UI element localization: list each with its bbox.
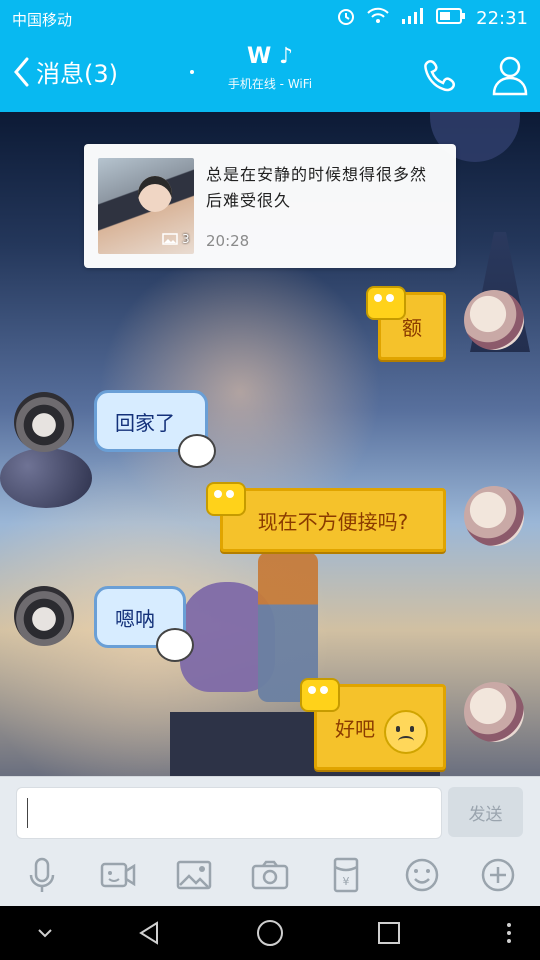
post-text: 总是在安静的时候想得很多然后难受很久 <box>206 165 428 210</box>
chat-header: 消息(3) W ♪ 手机在线 - WiFi <box>0 36 540 112</box>
composer-tools: ¥ <box>0 849 540 903</box>
phone-call-icon[interactable] <box>420 56 460 96</box>
red-packet-button[interactable]: ¥ <box>320 849 372 901</box>
message-text: 好吧 <box>335 716 375 741</box>
chevron-down-icon <box>38 929 52 938</box>
video-button[interactable] <box>92 849 144 901</box>
mic-button[interactable] <box>16 849 68 901</box>
message-text: 现在不方便接吗? <box>257 509 409 534</box>
chat-area[interactable]: 3 总是在安静的时候想得很多然后难受很久 20:28 额 回家了 现在不方便接吗… <box>0 112 540 776</box>
message-input[interactable] <box>16 787 442 839</box>
system-nav-bar <box>0 906 540 960</box>
video-icon <box>100 862 136 888</box>
post-time: 20:28 <box>206 232 250 250</box>
nav-back-button[interactable] <box>130 914 168 952</box>
my-avatar[interactable] <box>464 486 524 546</box>
friend-avatar[interactable] <box>14 586 74 646</box>
triangle-back-icon <box>139 921 158 945</box>
spongebob-sticker <box>366 286 406 320</box>
signal-icon <box>400 6 426 31</box>
thumbnail-person <box>138 176 172 212</box>
send-button[interactable]: 发送 <box>448 787 523 837</box>
my-avatar[interactable] <box>464 682 524 742</box>
post-thumbnail[interactable]: 3 <box>98 158 194 254</box>
status-right: 22:31 <box>336 6 528 31</box>
clock-time: 22:31 <box>476 8 528 29</box>
camera-button[interactable] <box>244 849 296 901</box>
circle-home-icon <box>257 920 283 946</box>
camera-icon <box>251 860 289 890</box>
nav-home-button[interactable] <box>251 914 289 952</box>
plus-button[interactable] <box>472 849 524 901</box>
square-recents-icon <box>378 922 400 944</box>
shared-post-card[interactable]: 3 总是在安静的时候想得很多然后难受很久 20:28 <box>84 144 456 268</box>
composer: 发送 ¥ <box>0 776 540 907</box>
pochacco-sticker <box>178 434 216 468</box>
carrier-name: 中国移动 <box>12 11 73 29</box>
red-packet-icon: ¥ <box>333 857 359 893</box>
wifi-icon <box>366 6 390 31</box>
battery-icon <box>436 7 466 30</box>
text-caret <box>27 798 28 828</box>
friend-avatar[interactable] <box>14 392 74 452</box>
svg-text:¥: ¥ <box>343 875 350 888</box>
grape-avatar-frame <box>0 448 92 508</box>
nav-recents-button[interactable] <box>370 914 408 952</box>
my-avatar[interactable] <box>464 290 524 350</box>
image-icon <box>162 233 178 245</box>
sad-face-emoji <box>384 710 428 754</box>
nav-menu-button[interactable] <box>490 914 528 952</box>
image-icon <box>176 860 212 890</box>
status-bar: 中国移动 22:31 <box>0 0 540 36</box>
nav-collapse-button[interactable] <box>26 914 64 952</box>
emoji-icon <box>405 858 439 892</box>
image-button[interactable] <box>168 849 220 901</box>
message-text: 回家了 <box>115 410 175 435</box>
more-dots-icon <box>507 923 511 943</box>
spongebob-sticker <box>206 482 246 516</box>
plus-icon <box>481 858 515 892</box>
pochacco-sticker <box>156 628 194 662</box>
image-count: 3 <box>182 232 190 246</box>
message-text: 嗯呐 <box>115 606 155 631</box>
message-bubble[interactable]: 现在不方便接吗? <box>220 488 446 552</box>
alarm-icon <box>336 6 356 31</box>
emoji-button[interactable] <box>396 849 448 901</box>
spongebob-sticker <box>300 678 340 712</box>
image-count-badge: 3 <box>162 232 190 246</box>
profile-icon[interactable] <box>490 52 530 98</box>
mic-icon <box>29 857 55 892</box>
